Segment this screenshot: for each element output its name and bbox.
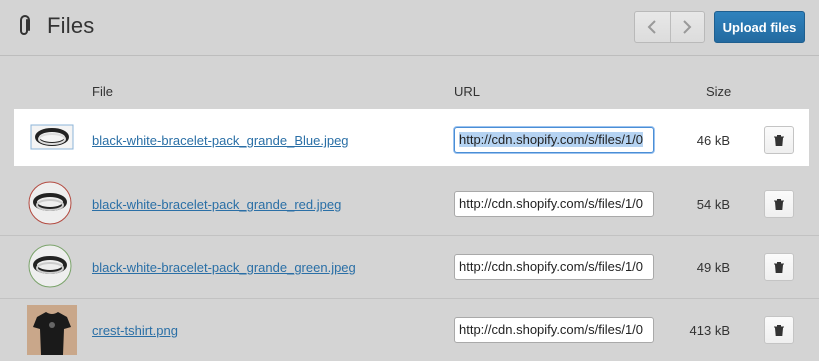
delete-button[interactable] [764, 253, 794, 281]
table-row: crest-tshirt.png http://cdn.shopify.com/… [0, 299, 819, 361]
file-link[interactable]: black-white-bracelet-pack_grande_Blue.jp… [92, 133, 349, 148]
table-row: black-white-bracelet-pack_grande_red.jpe… [0, 173, 819, 236]
url-text: http://cdn.shopify.com/s/files/1/0 [459, 132, 644, 147]
bracelet-icon [28, 181, 72, 225]
previous-page-button[interactable] [635, 12, 670, 42]
table-row: black-white-bracelet-pack_grande_green.j… [0, 236, 819, 299]
file-size: 46 kB [696, 133, 730, 148]
bracelet-thumbnail [28, 181, 72, 225]
next-page-button[interactable] [669, 12, 705, 42]
file-size: 49 kB [696, 260, 730, 275]
bracelet-thumbnail [28, 244, 72, 288]
column-header-url: URL [454, 84, 481, 99]
trash-icon [774, 134, 784, 146]
delete-button[interactable] [764, 316, 794, 344]
file-url-field[interactable]: http://cdn.shopify.com/s/files/1/0 [454, 317, 654, 343]
bracelet-icon [28, 244, 72, 288]
tshirt-icon [27, 305, 77, 355]
file-link[interactable]: black-white-bracelet-pack_grande_green.j… [92, 260, 356, 275]
file-url-field[interactable]: http://cdn.shopify.com/s/files/1/0 [454, 254, 654, 280]
bracelet-icon [30, 124, 74, 150]
file-size: 413 kB [689, 323, 730, 338]
page-title: Files [47, 13, 95, 38]
file-url-field[interactable]: http://cdn.shopify.com/s/files/1/0 [454, 191, 654, 217]
file-link[interactable]: black-white-bracelet-pack_grande_red.jpe… [92, 197, 341, 212]
file-size: 54 kB [696, 197, 730, 212]
trash-icon [774, 324, 784, 336]
file-link[interactable]: crest-tshirt.png [92, 323, 178, 338]
page-header: Files Upload files [0, 0, 819, 56]
upload-files-button[interactable]: Upload files [714, 11, 805, 43]
pagination [634, 11, 705, 43]
chevron-right-icon [683, 20, 692, 34]
column-header-file: File [92, 84, 113, 99]
column-header-size: Size [706, 84, 732, 99]
trash-icon [774, 198, 784, 210]
delete-button[interactable] [764, 190, 794, 218]
chevron-left-icon [647, 20, 656, 34]
trash-icon [774, 261, 784, 273]
file-url-field[interactable]: http://cdn.shopify.com/s/files/1/0 [454, 127, 654, 153]
table-row: black-white-bracelet-pack_grande_Blue.jp… [14, 109, 809, 166]
bracelet-thumbnail [30, 115, 74, 159]
delete-button[interactable] [764, 126, 794, 154]
tshirt-thumbnail [27, 305, 77, 355]
paperclip-icon [20, 15, 30, 35]
